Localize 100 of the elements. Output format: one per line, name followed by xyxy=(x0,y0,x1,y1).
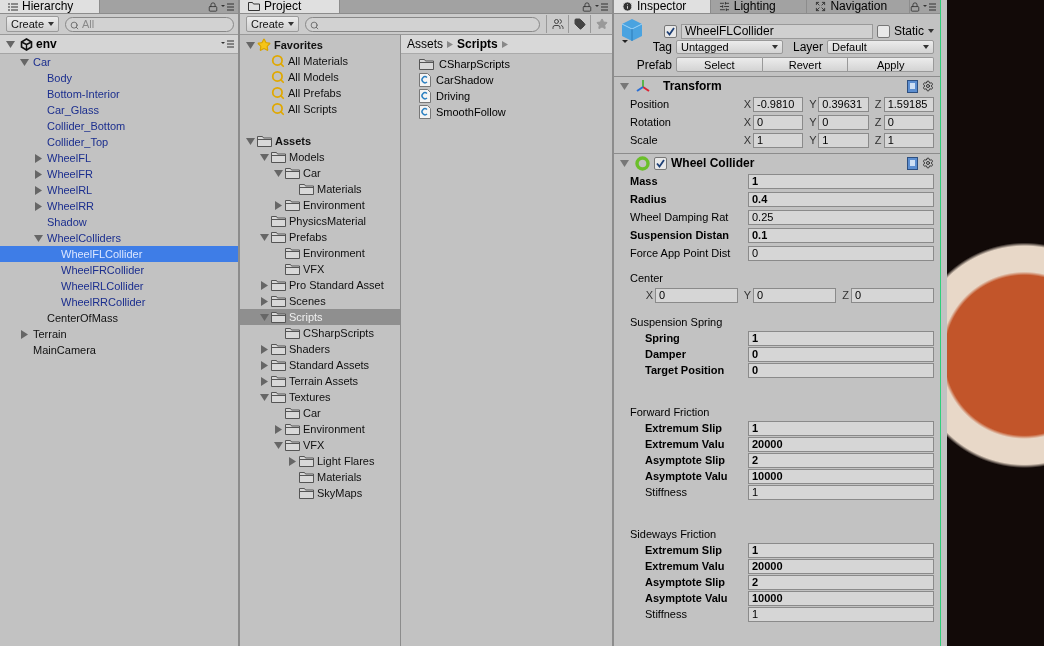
number-field[interactable]: 1 xyxy=(748,173,934,189)
triangle-down-icon[interactable] xyxy=(246,136,255,146)
triangle-right-icon[interactable] xyxy=(260,360,269,370)
triangle-right-icon[interactable] xyxy=(274,424,283,434)
number-field[interactable]: 1 xyxy=(748,484,934,500)
hierarchy-item[interactable]: Terrain xyxy=(0,326,238,342)
triangle-right-icon[interactable] xyxy=(34,185,43,195)
hierarchy-item[interactable]: Body xyxy=(0,70,238,86)
prefab-button[interactable]: Select xyxy=(676,57,763,72)
asset-item[interactable]: Driving xyxy=(401,88,612,104)
project-item[interactable]: All Prefabs xyxy=(240,85,400,101)
menu-icon[interactable] xyxy=(923,2,936,11)
help-book-icon[interactable] xyxy=(907,156,918,170)
lock-icon[interactable] xyxy=(208,1,218,12)
triangle-down-icon[interactable] xyxy=(260,152,269,162)
triangle-right-icon[interactable] xyxy=(260,376,269,386)
hierarchy-item[interactable]: WheelRLCollider xyxy=(0,278,238,294)
triangle-down-icon[interactable] xyxy=(620,81,629,91)
project-item[interactable]: CSharpScripts xyxy=(240,325,400,341)
number-field[interactable]: 0.25 xyxy=(748,209,934,225)
hierarchy-item[interactable]: WheelFR xyxy=(0,166,238,182)
tag-dropdown[interactable]: Untagged xyxy=(676,40,783,54)
project-item[interactable]: Materials xyxy=(240,181,400,197)
asset-item[interactable]: CSharpScripts xyxy=(401,56,612,72)
hierarchy-item[interactable]: Collider_Top xyxy=(0,134,238,150)
search-field[interactable]: All xyxy=(65,16,234,32)
number-field[interactable]: 0.4 xyxy=(748,191,934,207)
name-field[interactable]: WheelFLCollider xyxy=(681,23,873,39)
project-item[interactable]: Textures xyxy=(240,389,400,405)
hierarchy-item[interactable]: Car xyxy=(0,54,238,70)
breadcrumb-link[interactable]: Assets xyxy=(407,37,443,51)
triangle-down-icon[interactable] xyxy=(260,312,269,322)
number-field[interactable]: 0 xyxy=(748,362,934,378)
settings-icon[interactable] xyxy=(922,157,934,169)
number-field[interactable]: 1 xyxy=(748,420,934,436)
number-field[interactable]: 2 xyxy=(748,452,934,468)
help-book-icon[interactable] xyxy=(907,79,918,93)
menu-icon[interactable] xyxy=(221,2,234,11)
project-item[interactable]: Prefabs xyxy=(240,229,400,245)
prefab-button[interactable]: Revert xyxy=(762,57,849,72)
triangle-right-icon[interactable] xyxy=(34,169,43,179)
triangle-right-icon[interactable] xyxy=(260,280,269,290)
asset-item[interactable]: SmoothFollow xyxy=(401,104,612,120)
project-item[interactable]: PhysicsMaterial xyxy=(240,213,400,229)
triangle-right-icon[interactable] xyxy=(260,296,269,306)
project-item[interactable]: Shaders xyxy=(240,341,400,357)
number-field[interactable]: 2 xyxy=(748,574,934,590)
number-field[interactable]: 0 xyxy=(655,287,738,303)
scrollbar[interactable] xyxy=(940,0,947,646)
triangle-down-icon[interactable] xyxy=(620,158,629,168)
menu-icon[interactable] xyxy=(221,40,234,48)
project-item[interactable]: Environment xyxy=(240,421,400,437)
component-header[interactable]: Wheel Collider xyxy=(614,153,940,172)
project-item[interactable]: Car xyxy=(240,165,400,181)
menu-icon[interactable] xyxy=(595,2,608,11)
hierarchy-item[interactable]: WheelColliders xyxy=(0,230,238,246)
number-field[interactable]: 0 xyxy=(753,287,836,303)
hierarchy-item[interactable]: WheelRRCollider xyxy=(0,294,238,310)
project-item[interactable]: All Materials xyxy=(240,53,400,69)
triangle-down-icon[interactable] xyxy=(6,39,15,49)
project-item[interactable]: Materials xyxy=(240,469,400,485)
number-field[interactable]: 1 xyxy=(818,132,869,148)
layer-dropdown[interactable]: Default xyxy=(827,40,934,54)
scene-header[interactable]: env xyxy=(0,35,238,54)
project-item[interactable]: SkyMaps xyxy=(240,485,400,501)
project-item[interactable]: All Scripts xyxy=(240,101,400,117)
number-field[interactable]: 0.1 xyxy=(748,227,934,243)
component-header[interactable]: Transform xyxy=(614,76,940,95)
project-item[interactable]: Environment xyxy=(240,245,400,261)
number-field[interactable]: 1 xyxy=(748,542,934,558)
number-field[interactable]: 0 xyxy=(818,114,869,130)
hierarchy-item[interactable]: Car_Glass xyxy=(0,102,238,118)
number-field[interactable]: 1.59185 xyxy=(883,96,934,112)
panel-tab[interactable]: Inspector xyxy=(614,0,711,13)
project-item[interactable]: Favorites xyxy=(240,37,400,53)
search-field[interactable] xyxy=(305,16,540,32)
number-field[interactable]: 1 xyxy=(748,330,934,346)
triangle-down-icon[interactable] xyxy=(260,232,269,242)
triangle-down-icon[interactable] xyxy=(260,392,269,402)
hierarchy-item[interactable]: WheelFL xyxy=(0,150,238,166)
triangle-down-icon[interactable] xyxy=(246,40,255,50)
project-item[interactable]: Standard Assets xyxy=(240,357,400,373)
hierarchy-item[interactable]: WheelRL xyxy=(0,182,238,198)
project-item[interactable]: VFX xyxy=(240,437,400,453)
hierarchy-item[interactable]: WheelRR xyxy=(0,198,238,214)
project-item[interactable]: Pro Standard Asset xyxy=(240,277,400,293)
number-field[interactable]: 1 xyxy=(748,606,934,622)
triangle-down-icon[interactable] xyxy=(274,168,283,178)
panel-tab[interactable]: Hierarchy xyxy=(0,0,100,13)
triangle-right-icon[interactable] xyxy=(34,153,43,163)
project-item[interactable]: Models xyxy=(240,149,400,165)
project-item[interactable]: Terrain Assets xyxy=(240,373,400,389)
project-item[interactable]: Light Flares xyxy=(240,453,400,469)
number-field[interactable]: 20000 xyxy=(748,436,934,452)
number-field[interactable]: 1 xyxy=(753,132,804,148)
project-item[interactable]: Environment xyxy=(240,197,400,213)
number-field[interactable]: 1 xyxy=(883,132,934,148)
create-button[interactable]: Create xyxy=(246,16,300,32)
triangle-down-icon[interactable] xyxy=(274,440,283,450)
lock-icon[interactable] xyxy=(910,1,920,12)
